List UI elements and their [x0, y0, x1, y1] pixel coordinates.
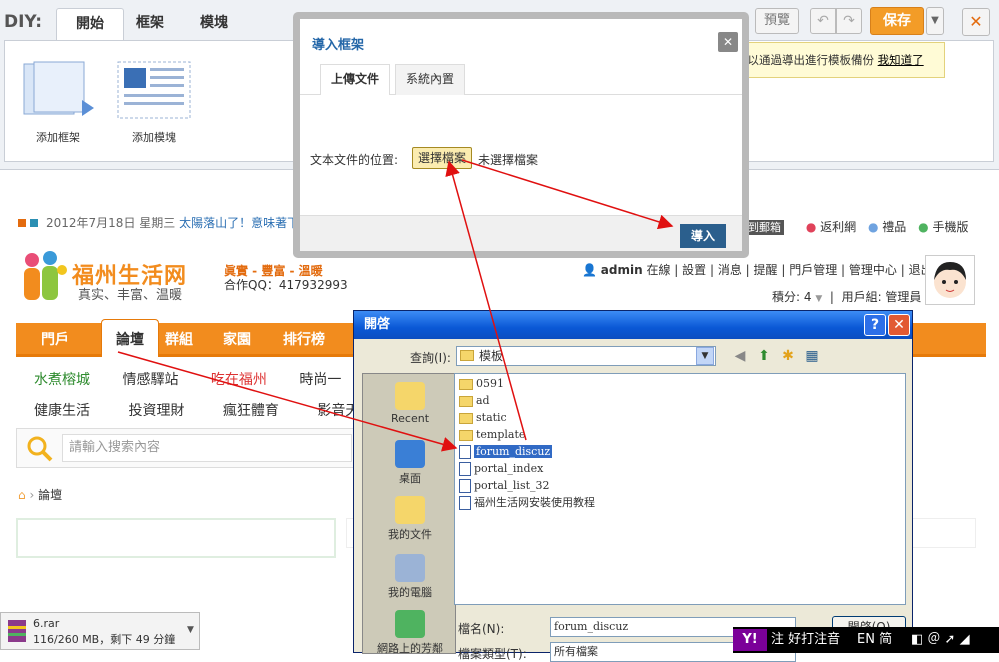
arrow-to-choose — [445, 160, 527, 441]
arrow-to-import — [461, 159, 674, 230]
yahoo-icon[interactable]: Y! — [733, 629, 767, 651]
ime-toolbar-icons[interactable]: ◧ ＠ ➚ ◢ — [911, 627, 970, 653]
ime-mode[interactable]: 注 好打注音 — [771, 627, 840, 653]
download-filename: 6.rar — [33, 617, 60, 630]
ime-taskbar: Y! 注 好打注音 EN 简 ◧ ＠ ➚ ◢ — [733, 627, 999, 653]
rar-archive-icon — [8, 620, 26, 642]
chevron-down-icon[interactable]: ▼ — [187, 625, 194, 635]
arrow-to-file — [117, 351, 458, 452]
download-status: 116/260 MB，剩下 49 分鐘 — [33, 633, 176, 646]
annotation-arrows — [117, 159, 674, 452]
ime-language[interactable]: EN 简 — [857, 627, 892, 653]
download-item[interactable]: 6.rar 116/260 MB，剩下 49 分鐘 ▼ — [0, 612, 200, 650]
